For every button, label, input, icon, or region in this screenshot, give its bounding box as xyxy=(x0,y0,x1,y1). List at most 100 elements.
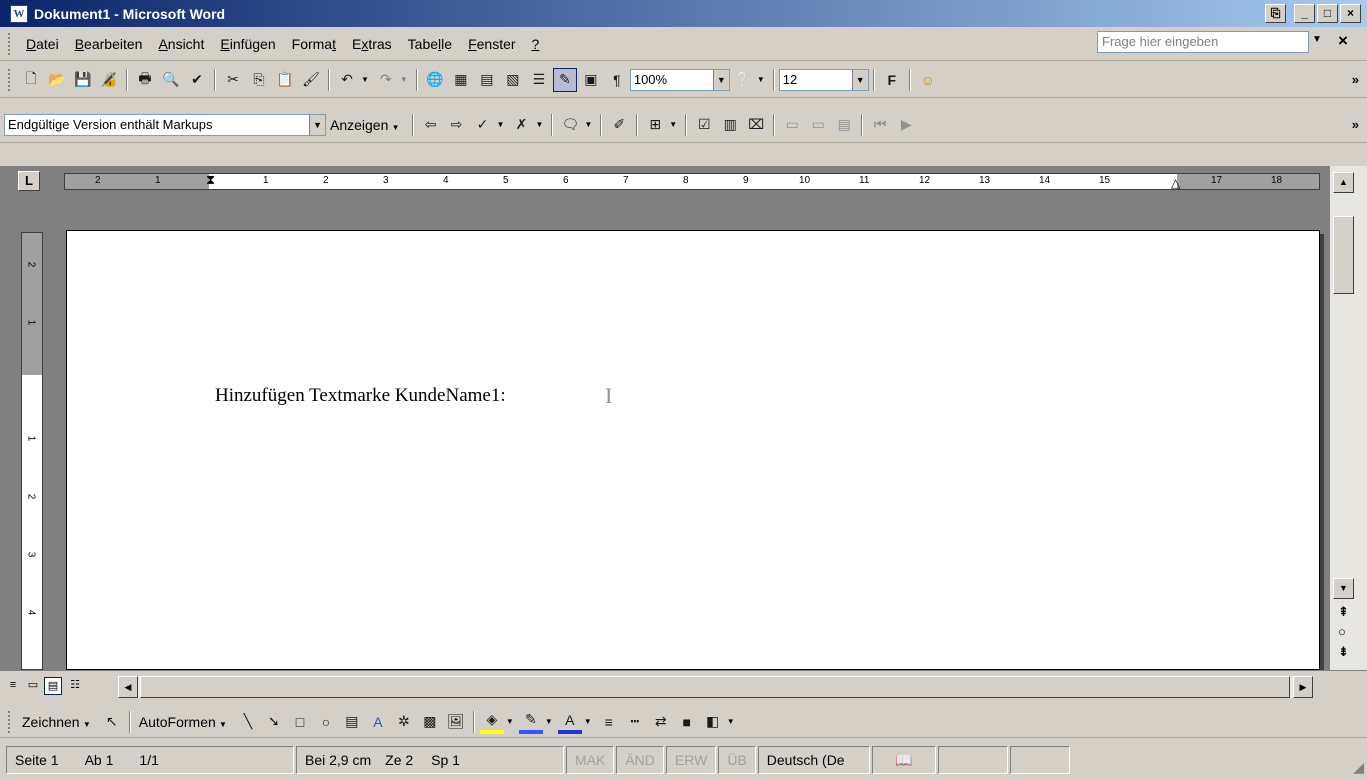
right-indent-marker-icon[interactable]: △ xyxy=(1171,176,1180,190)
shadow-style-icon[interactable]: ■ xyxy=(675,710,699,734)
document-page[interactable]: Hinzufügen Textmarke KundeName1: I xyxy=(66,230,1320,670)
tables-borders-icon[interactable]: ▦ xyxy=(449,68,473,92)
reviewing-pane-dropdown-icon[interactable]: ▼ xyxy=(669,120,677,129)
menu-extras[interactable]: Extras xyxy=(344,36,400,52)
document-body-text[interactable]: Hinzufügen Textmarke KundeName1: xyxy=(215,385,506,407)
new-document-icon[interactable]: 🗋 xyxy=(19,68,43,92)
font-color-icon[interactable]: A xyxy=(557,710,582,734)
hyperlink-globe-icon[interactable]: 🌐 xyxy=(423,68,447,92)
help-question-icon[interactable]: ❔ xyxy=(731,68,755,92)
draw-menu-button[interactable]: Zeichnen ▼ xyxy=(18,714,99,730)
insert-table-icon[interactable]: ▤ xyxy=(475,68,499,92)
toolbar-grip[interactable] xyxy=(8,32,12,55)
menu-format[interactable]: Format xyxy=(284,36,344,52)
scroll-right-icon[interactable]: ▶ xyxy=(1293,676,1313,698)
status-page-info[interactable]: Seite 1 Ab 1 1/1 xyxy=(6,746,294,774)
font-size-select[interactable]: 12 ▼ xyxy=(778,68,869,91)
scroll-up-icon[interactable]: ▲ xyxy=(1333,172,1354,193)
menu-bearbeiten[interactable]: Bearbeiten xyxy=(67,36,151,52)
toolbar-options-icon[interactable]: » xyxy=(1352,117,1359,132)
dash-style-icon[interactable]: ┅ xyxy=(623,710,647,734)
scroll-down-icon[interactable]: ▼ xyxy=(1333,578,1354,599)
horizontal-scrollbar[interactable]: ◀ ▶ xyxy=(118,676,1313,698)
diagram-icon[interactable]: ✲ xyxy=(392,710,416,734)
close-button[interactable]: × xyxy=(1340,4,1361,23)
line-color-dropdown-icon[interactable]: ▼ xyxy=(545,717,553,726)
chevron-down-icon[interactable]: ▼ xyxy=(309,114,325,135)
browse-object-icon[interactable]: ○ xyxy=(1338,624,1346,639)
menu-fenster[interactable]: Fenster xyxy=(460,36,523,52)
rectangle-icon[interactable]: □ xyxy=(288,710,312,734)
menu-tabelle[interactable]: Tabelle xyxy=(400,36,460,52)
footer-icon[interactable]: ▭ xyxy=(806,113,830,137)
insert-picture-icon[interactable]: 🖼 xyxy=(444,710,468,734)
columns-icon[interactable]: ☰ xyxy=(527,68,551,92)
document-close-button[interactable]: × xyxy=(1338,31,1348,51)
next-record-icon[interactable]: ▶ xyxy=(894,113,918,137)
normal-view-icon[interactable]: ≡ xyxy=(4,677,22,695)
reject-change-icon[interactable]: ✗ xyxy=(509,113,533,137)
show-formatting-pilcrow-icon[interactable]: ¶ xyxy=(605,68,629,92)
vertical-scrollbar[interactable]: ▲ ▼ ⇞ ○ ⇟ xyxy=(1330,166,1367,670)
status-macro-recorder[interactable]: MAK xyxy=(566,746,615,774)
zoom-select[interactable]: 100% ▼ xyxy=(629,68,730,91)
text-box-icon[interactable]: ▤ xyxy=(340,710,364,734)
previous-page-icon[interactable]: ⇞ xyxy=(1338,604,1349,620)
restore-document-icon[interactable]: ⎘ xyxy=(1265,4,1286,23)
status-overtype[interactable]: ÜB xyxy=(718,746,756,774)
accept-dropdown-icon[interactable]: ▼ xyxy=(497,120,505,129)
next-page-icon[interactable]: ⇟ xyxy=(1338,644,1349,660)
chevron-down-icon[interactable]: ▼ xyxy=(712,69,729,90)
reviewing-pane-icon[interactable]: ⊞ xyxy=(643,113,667,137)
print-preview-icon[interactable]: 🔍 xyxy=(159,68,183,92)
insert-comment-icon[interactable]: 🗨 xyxy=(558,113,582,137)
line-color-icon[interactable]: ✎ xyxy=(518,710,543,734)
comment-dropdown-icon[interactable]: ▼ xyxy=(584,120,592,129)
fill-color-dropdown-icon[interactable]: ▼ xyxy=(506,717,514,726)
form-table-icon[interactable]: ▥ xyxy=(718,113,742,137)
scroll-thumb[interactable] xyxy=(140,676,1290,698)
reject-dropdown-icon[interactable]: ▼ xyxy=(535,120,543,129)
smiley-icon[interactable]: ☺ xyxy=(916,68,940,92)
clip-art-icon[interactable]: ▩ xyxy=(418,710,442,734)
print-layout-icon[interactable]: ▤ xyxy=(44,677,62,695)
web-layout-icon[interactable]: ▭ xyxy=(24,677,42,695)
first-record-icon[interactable]: ⏮ xyxy=(868,113,892,137)
bold-button[interactable]: F xyxy=(880,68,904,92)
3d-style-icon[interactable]: ◧ xyxy=(701,710,725,734)
paste-icon[interactable]: 📋 xyxy=(273,68,297,92)
font-color-dropdown-icon[interactable]: ▼ xyxy=(584,717,592,726)
open-folder-icon[interactable]: 📂 xyxy=(45,68,69,92)
display-for-review-select[interactable]: Endgültige Version enthält Markups ▼ xyxy=(4,113,326,136)
vertical-ruler[interactable]: 2 1 1 2 3 4 xyxy=(21,232,43,670)
spelling-check-icon[interactable]: ✔ xyxy=(185,68,209,92)
menu-einfuegen[interactable]: Einfügen xyxy=(212,36,283,52)
toolbar-options-icon[interactable]: » xyxy=(1352,72,1359,87)
indent-marker-icon[interactable]: ⧗ xyxy=(206,172,215,188)
menu-ansicht[interactable]: Ansicht xyxy=(150,36,212,52)
fill-color-icon[interactable]: ◈ xyxy=(479,710,504,734)
outline-view-icon[interactable]: ☷ xyxy=(66,677,84,695)
help-dropdown-icon[interactable]: ▼ xyxy=(1312,34,1322,45)
cut-icon[interactable]: ✂ xyxy=(221,68,245,92)
select-objects-arrow-icon[interactable]: ↖ xyxy=(100,710,124,734)
status-position-info[interactable]: Bei 2,9 cm Ze 2 Sp 1 xyxy=(296,746,564,774)
form-field-icon[interactable]: ☑ xyxy=(692,113,716,137)
previous-change-icon[interactable]: ⇦ xyxy=(419,113,443,137)
menu-help[interactable]: ? xyxy=(524,36,548,52)
line-style-icon[interactable]: ≡ xyxy=(597,710,621,734)
maximize-button[interactable]: □ xyxy=(1317,4,1338,23)
status-extend-selection[interactable]: ERW xyxy=(665,746,717,774)
toolbar-grip[interactable] xyxy=(8,68,12,91)
print-icon[interactable]: 🖶 xyxy=(133,68,157,92)
header-icon[interactable]: ▭ xyxy=(780,113,804,137)
word-app-icon[interactable]: W xyxy=(10,4,28,23)
chevron-down-icon[interactable]: ▼ xyxy=(851,69,868,90)
status-language[interactable]: Deutsch (De xyxy=(757,746,870,774)
redo-icon[interactable]: ↷ xyxy=(374,68,398,92)
undo-dropdown-icon[interactable]: ▼ xyxy=(361,75,369,84)
oval-icon[interactable]: ○ xyxy=(314,710,338,734)
autoshapes-menu-button[interactable]: AutoFormen ▼ xyxy=(135,714,235,730)
horizontal-ruler[interactable]: 2 1 1 2 3 4 5 6 7 8 9 10 11 12 13 14 15 … xyxy=(64,172,1320,190)
accept-change-icon[interactable]: ✓ xyxy=(471,113,495,137)
